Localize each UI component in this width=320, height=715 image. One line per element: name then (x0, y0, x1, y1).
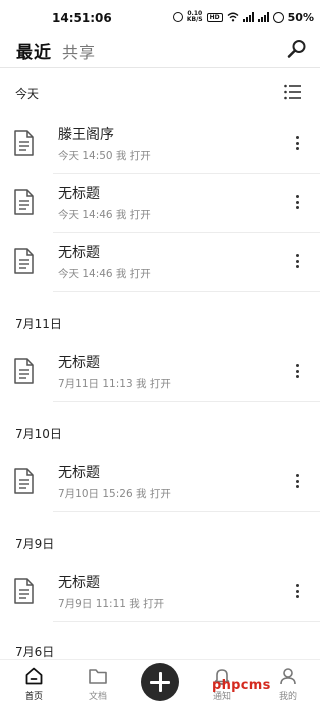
more-vertical-icon[interactable] (294, 252, 300, 270)
status-indicators: 0.10 KB/S HD 50% (172, 9, 314, 25)
watermark: phpcms (212, 678, 271, 693)
folder-icon (89, 669, 107, 684)
document-item[interactable]: 无标题 7月9日 11:11 我 打开 (0, 564, 320, 622)
more-vertical-icon[interactable] (294, 362, 300, 380)
divider (53, 173, 320, 174)
nav-me[interactable]: 我的 (264, 666, 312, 712)
document-item[interactable]: 无标题 7月10日 15:26 我 打开 (0, 454, 320, 512)
document-meta: 今天 14:46 我 打开 (58, 209, 151, 221)
section-title: 7月9日 (15, 537, 55, 551)
nav-home[interactable]: 首页 (10, 666, 58, 712)
document-meta: 7月9日 11:11 我 打开 (58, 598, 165, 610)
section-title: 今天 (15, 87, 40, 101)
divider (53, 401, 320, 402)
more-vertical-icon[interactable] (294, 134, 300, 152)
plus-icon[interactable] (141, 663, 179, 701)
nav-docs-label: 文档 (88, 692, 107, 702)
section-header-today: 今天 (0, 80, 320, 106)
section-header-jul11: 7月11日 (0, 310, 320, 334)
signal-icon (242, 12, 254, 22)
alarm-icon (172, 12, 183, 22)
document-title: 无标题 (58, 465, 100, 481)
more-vertical-icon[interactable] (294, 472, 300, 490)
network-speed-unit: KB/S (186, 16, 203, 23)
tab-shared[interactable]: 共享 (62, 39, 96, 63)
document-meta: 7月11日 11:13 我 打开 (58, 378, 171, 390)
document-icon (14, 248, 34, 274)
nav-docs[interactable]: 文档 (74, 666, 122, 712)
document-item[interactable]: 无标题 今天 14:46 我 打开 (0, 175, 320, 233)
document-icon (14, 130, 34, 156)
divider (53, 291, 320, 292)
section-title: 7月6日 (15, 645, 55, 659)
document-item[interactable]: 无标题 7月11日 11:13 我 打开 (0, 344, 320, 402)
search-icon[interactable] (286, 38, 308, 60)
user-icon (280, 668, 296, 685)
section-title: 7月11日 (15, 317, 62, 331)
nav-home-label: 首页 (24, 692, 43, 702)
divider (53, 511, 320, 512)
document-title: 无标题 (58, 355, 100, 371)
document-icon (14, 358, 34, 384)
section-header-jul10: 7月10日 (0, 420, 320, 444)
document-item[interactable]: 无标题 今天 14:46 我 打开 (0, 234, 320, 292)
document-title: 无标题 (58, 186, 100, 202)
home-icon (25, 667, 43, 685)
document-meta: 7月10日 15:26 我 打开 (58, 488, 171, 500)
document-title: 无标题 (58, 575, 100, 591)
more-vertical-icon[interactable] (294, 582, 300, 600)
section-header-jul9: 7月9日 (0, 530, 320, 554)
wifi-icon (227, 12, 239, 22)
section-title: 7月10日 (15, 427, 62, 441)
document-icon (14, 468, 34, 494)
top-header: 最近 共享 (0, 34, 320, 68)
battery-icon (272, 11, 284, 23)
tab-recent[interactable]: 最近 (16, 38, 52, 63)
status-time: 14:51:06 (52, 11, 112, 25)
status-bar: 14:51:06 0.10 KB/S HD 50% (0, 0, 320, 34)
document-item[interactable]: 滕王阁序 今天 14:50 我 打开 (0, 116, 320, 174)
battery-percent: 50% (287, 10, 314, 24)
list-view-icon[interactable] (284, 84, 302, 100)
nav-me-label: 我的 (278, 692, 297, 702)
hd-badge: HD (206, 12, 223, 22)
signal-icon-2 (257, 12, 269, 22)
document-meta: 今天 14:46 我 打开 (58, 268, 151, 280)
document-title: 滕王阁序 (58, 127, 114, 143)
bottom-nav: 首页 文档 通知 我的 phpcms (0, 659, 320, 715)
divider (53, 232, 320, 233)
more-vertical-icon[interactable] (294, 193, 300, 211)
section-header-jul6: 7月6日 (0, 640, 320, 660)
document-meta: 今天 14:50 我 打开 (58, 150, 151, 162)
document-icon (14, 578, 34, 604)
document-title: 无标题 (58, 245, 100, 261)
network-speed: 0.10 KB/S (187, 11, 203, 23)
document-icon (14, 189, 34, 215)
divider (53, 621, 320, 622)
